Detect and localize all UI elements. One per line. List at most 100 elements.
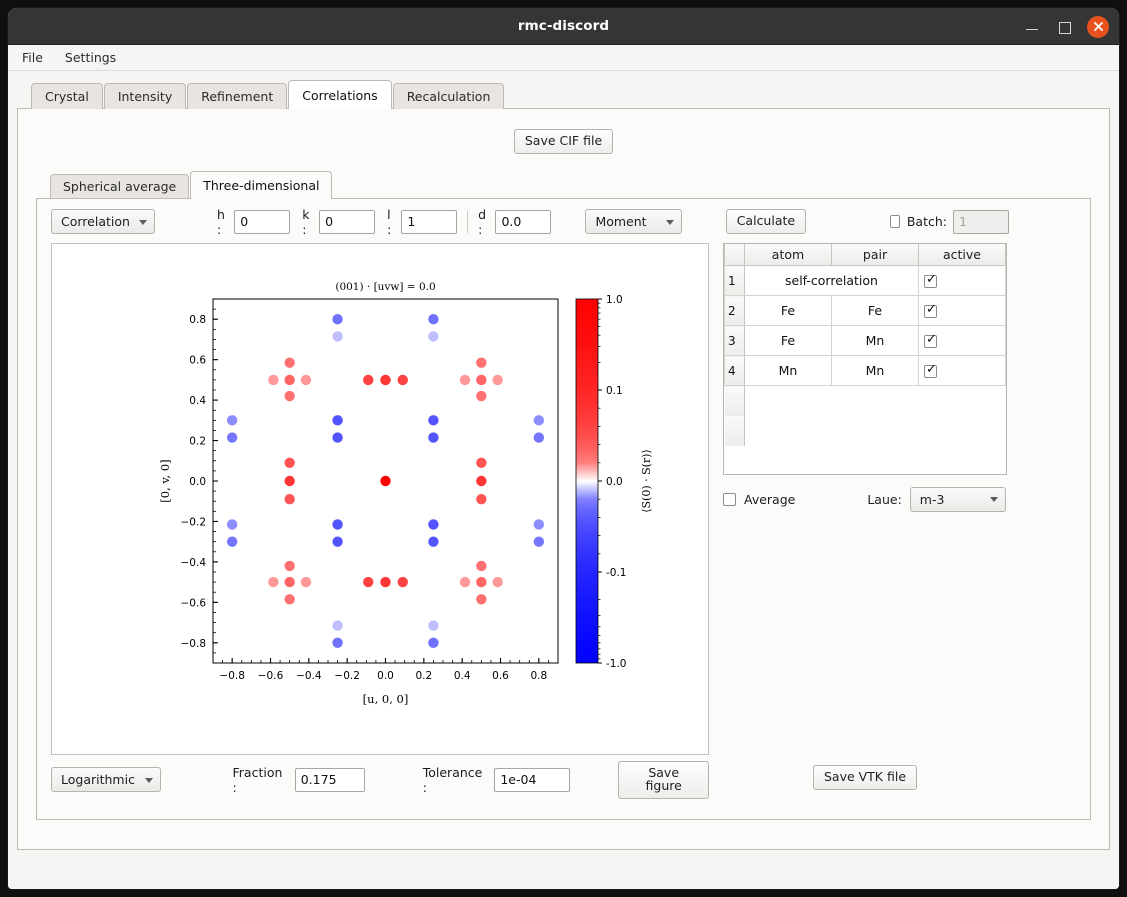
- row-atom: Fe: [744, 295, 832, 327]
- row-pair: Mn: [831, 355, 919, 387]
- empty-cell: [918, 385, 1006, 416]
- svg-text:0.1: 0.1: [606, 385, 623, 397]
- tab-crystal[interactable]: Crystal: [31, 83, 103, 109]
- table-row[interactable]: 3 Fe Mn: [724, 325, 1006, 357]
- save-figure-button[interactable]: Save figure: [618, 760, 709, 799]
- table-row[interactable]: 4 Mn Mn: [724, 355, 1006, 387]
- average-checkbox[interactable]: [723, 492, 736, 506]
- active-checkbox[interactable]: [924, 273, 937, 289]
- tolerance-input[interactable]: [494, 767, 571, 792]
- active-checkbox[interactable]: [924, 333, 937, 349]
- row-pair: Mn: [831, 325, 919, 357]
- l-input[interactable]: [401, 209, 458, 234]
- close-icon[interactable]: [1087, 15, 1109, 38]
- row-number: 2: [724, 295, 745, 327]
- row-number: 3: [724, 325, 745, 357]
- menu-settings[interactable]: Settings: [65, 50, 116, 65]
- tab-correlations-label: Correlations: [302, 87, 378, 103]
- table-header-active: active: [918, 243, 1006, 267]
- svg-text:0.0: 0.0: [377, 670, 394, 682]
- d-input[interactable]: [495, 209, 552, 234]
- row-active[interactable]: [918, 265, 1006, 297]
- minimize-icon[interactable]: [1023, 18, 1041, 36]
- svg-text:⟨S(0) · S(r)⟩: ⟨S(0) · S(r)⟩: [640, 449, 653, 513]
- row-active[interactable]: [918, 325, 1006, 357]
- svg-text:0.0: 0.0: [189, 476, 206, 488]
- table-row[interactable]: 1 self-correlation: [724, 265, 1006, 297]
- svg-text:0.2: 0.2: [189, 435, 206, 447]
- titlebar: rmc-discord: [8, 8, 1119, 45]
- empty-cell: [744, 415, 832, 446]
- correlation-type-combo[interactable]: Correlation: [51, 209, 155, 235]
- tab-intensity[interactable]: Intensity: [103, 83, 187, 109]
- batch-input[interactable]: [953, 209, 1009, 234]
- fraction-label: Fraction :: [232, 764, 283, 795]
- table-empty-row: [724, 385, 1006, 416]
- svg-text:−0.6: −0.6: [258, 670, 284, 682]
- main-tabbar: Crystal Intensity Refinement Correlation…: [17, 80, 1110, 109]
- svg-text:0.4: 0.4: [189, 395, 206, 407]
- average-laue-row: Average Laue: m-3: [723, 486, 1007, 512]
- save-vtk-row: Save VTK file: [723, 764, 1007, 790]
- maximize-icon[interactable]: [1055, 18, 1073, 36]
- save-vtk-button[interactable]: Save VTK file: [812, 764, 918, 790]
- svg-text:[0, v, 0]: [0, v, 0]: [158, 459, 172, 502]
- correlation-type-value: Correlation: [61, 214, 130, 230]
- table-header-rownum: [724, 243, 745, 267]
- svg-text:0.8: 0.8: [189, 314, 206, 326]
- three-dimensional-panel: Correlation h : k : l : d :: [36, 197, 1091, 820]
- correlation-figure[interactable]: (001) · [uvw] = 0.0 −0.8 −0.6 −0.4 −0.2 0.0 0…: [51, 242, 709, 755]
- k-input[interactable]: [319, 209, 376, 234]
- menu-file[interactable]: File: [22, 50, 43, 65]
- empty-cell: [831, 415, 919, 446]
- correlations-panel: Save CIF file Spherical average Three-di…: [17, 108, 1110, 850]
- empty-cell: [831, 385, 919, 416]
- active-checkbox[interactable]: [924, 363, 937, 379]
- tab-three-dimensional[interactable]: Three-dimensional: [190, 170, 333, 199]
- scale-combo[interactable]: Logarithmic: [51, 767, 161, 793]
- tab-refinement[interactable]: Refinement: [187, 83, 288, 109]
- tab-correlations[interactable]: Correlations: [288, 80, 392, 109]
- svg-text:-1.0: -1.0: [606, 658, 627, 670]
- save-cif-row: Save CIF file: [18, 129, 1109, 154]
- save-cif-button[interactable]: Save CIF file: [513, 129, 614, 154]
- tab-spherical-average[interactable]: Spherical average: [50, 173, 190, 199]
- fraction-input[interactable]: [294, 767, 365, 792]
- row-number: 4: [724, 355, 745, 387]
- svg-text:−0.4: −0.4: [296, 670, 322, 682]
- h-label: h :: [216, 206, 225, 237]
- svg-text:0.6: 0.6: [189, 354, 206, 366]
- pair-table[interactable]: atom pair active 1 self-correlation ✓ 2 …: [723, 242, 1007, 475]
- tab-recalculation-label: Recalculation: [406, 89, 491, 104]
- row-active[interactable]: [918, 295, 1006, 327]
- l-label: l :: [387, 206, 392, 237]
- calculate-button[interactable]: Calculate: [725, 209, 807, 235]
- table-row[interactable]: 2 Fe Fe: [724, 295, 1006, 327]
- empty-cell: [744, 385, 832, 416]
- table-header-row: atom pair active: [724, 243, 1006, 267]
- batch-checkbox[interactable]: [890, 215, 900, 229]
- tab-recalculation[interactable]: Recalculation: [392, 83, 505, 109]
- table-header-pair: pair: [831, 243, 919, 267]
- row-atom: self-correlation: [744, 265, 919, 297]
- laue-combo[interactable]: m-3: [909, 486, 1006, 512]
- menubar: File Settings: [8, 45, 1119, 71]
- row-number: 1: [724, 265, 745, 297]
- svg-text:−0.2: −0.2: [334, 670, 360, 682]
- h-input[interactable]: [234, 209, 291, 234]
- controls-row: Correlation h : k : l : d :: [51, 206, 1009, 237]
- svg-text:−0.8: −0.8: [219, 670, 245, 682]
- d-label: d :: [478, 206, 487, 237]
- component-combo[interactable]: Moment: [585, 209, 682, 235]
- table-header-atom: atom: [744, 243, 832, 267]
- row-atom: Mn: [744, 355, 832, 387]
- active-checkbox[interactable]: [924, 303, 937, 319]
- svg-text:[u, 0, 0]: [u, 0, 0]: [363, 692, 409, 706]
- tab-crystal-label: Crystal: [45, 89, 89, 104]
- chevron-down-icon: [138, 219, 147, 225]
- empty-cell: [918, 415, 1006, 446]
- app-window: rmc-discord File Settings Crystal Intens…: [8, 8, 1119, 889]
- row-active[interactable]: [918, 355, 1006, 387]
- chevron-down-icon: [989, 497, 998, 503]
- tab-intensity-label: Intensity: [117, 89, 173, 104]
